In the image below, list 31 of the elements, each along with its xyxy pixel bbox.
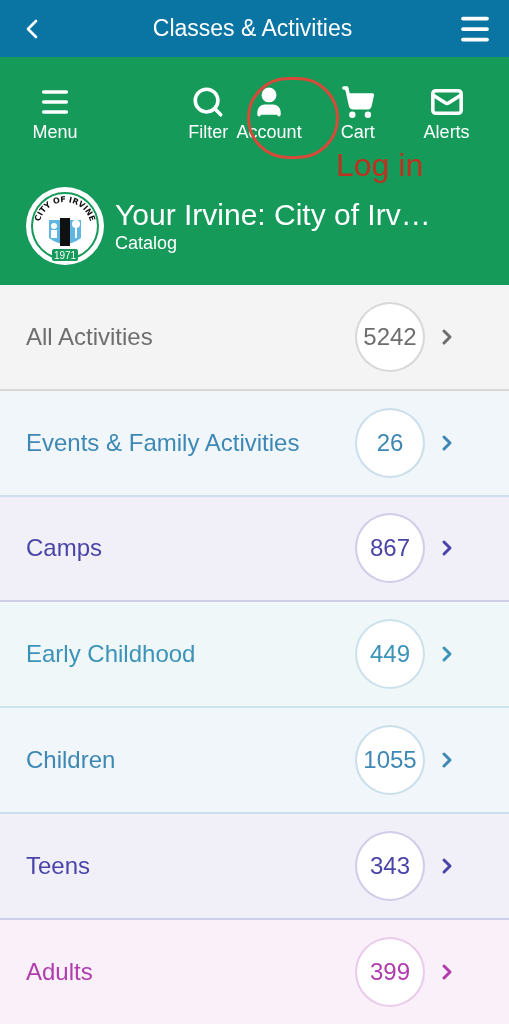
cart-button[interactable]: Cart bbox=[323, 85, 393, 146]
menu-button[interactable]: Menu bbox=[28, 85, 82, 146]
category-label: Teens bbox=[26, 850, 92, 881]
count-badge: 449 bbox=[355, 619, 425, 690]
category-label: Camps bbox=[26, 533, 104, 564]
filter-button[interactable]: Filter bbox=[187, 85, 229, 146]
count-badge: 343 bbox=[355, 830, 425, 901]
category-row[interactable]: Children 1055 bbox=[0, 708, 509, 814]
count-badge: 399 bbox=[355, 936, 425, 1007]
annotation-text: Log in bbox=[336, 149, 424, 181]
category-row[interactable]: All Activities 5242 bbox=[0, 285, 509, 391]
alerts-button[interactable]: Alerts bbox=[412, 85, 481, 146]
category-row[interactable]: Events & Family Activities 26 bbox=[0, 390, 509, 497]
search-icon bbox=[191, 85, 226, 119]
count-badge: 5242 bbox=[355, 301, 425, 372]
count-badge: 26 bbox=[355, 407, 425, 478]
category-row[interactable]: Camps 867 bbox=[0, 496, 509, 603]
organization-subtitle: Catalog bbox=[115, 232, 179, 254]
category-row[interactable]: Teens 343 bbox=[0, 814, 509, 920]
organization-name: Your Irvine: City of Irv… bbox=[115, 198, 431, 232]
category-label: Early Childhood bbox=[26, 639, 197, 670]
count-badge: 1055 bbox=[355, 725, 425, 796]
cart-icon bbox=[340, 85, 375, 119]
category-label: Children bbox=[26, 745, 117, 776]
screen-title: Classes & Activities bbox=[152, 14, 353, 44]
category-label: Adults bbox=[26, 956, 94, 987]
category-row[interactable]: Early Childhood 449 bbox=[0, 602, 509, 709]
category-row[interactable]: Adults 399 bbox=[0, 919, 509, 1024]
category-label: Events & Family Activities bbox=[26, 427, 301, 458]
count-badge: 867 bbox=[355, 513, 425, 584]
category-label: All Activities bbox=[26, 321, 154, 352]
